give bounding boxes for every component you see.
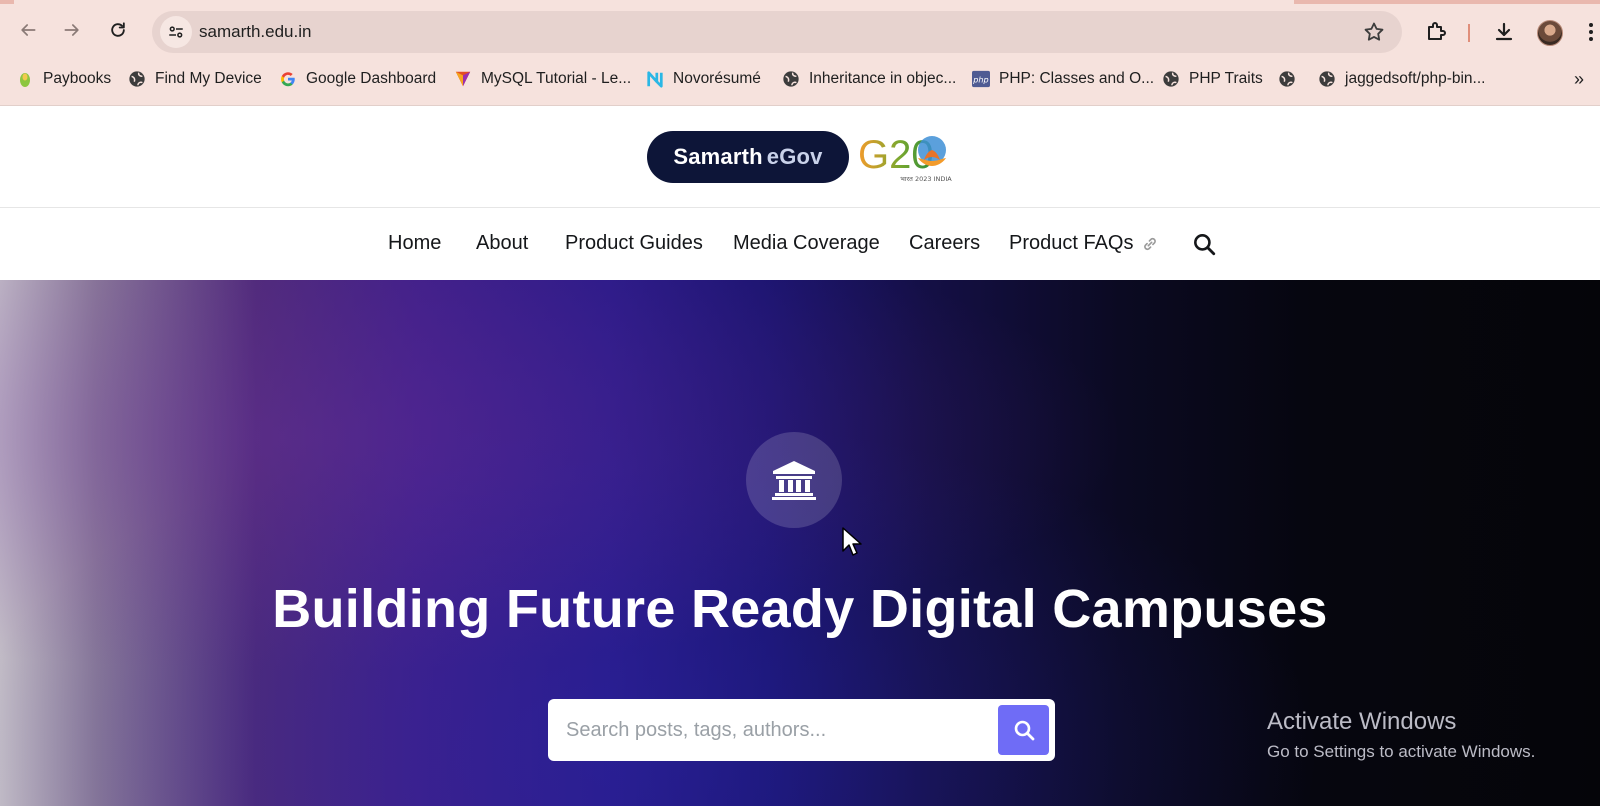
bookmark-label: MySQL Tutorial - Le... <box>481 70 632 87</box>
forward-arrow-icon <box>64 24 79 36</box>
downloads-button[interactable] <box>1488 16 1520 48</box>
nav-product-guides[interactable]: Product Guides <box>565 232 703 255</box>
bookmark-item[interactable]: PHP Traits <box>1162 66 1263 92</box>
kebab-menu-icon <box>1589 23 1593 41</box>
mysql-tutorial-icon <box>454 70 472 88</box>
bookmark-item[interactable]: Google Dashboard <box>279 66 436 92</box>
institution-icon <box>772 461 816 500</box>
back-button[interactable] <box>10 12 46 48</box>
site-info-button[interactable] <box>160 16 192 48</box>
tune-icon <box>169 26 183 38</box>
address-bar[interactable]: samarth.edu.in <box>152 11 1402 53</box>
globe-icon <box>128 70 146 88</box>
bookmark-item[interactable]: Find My Device <box>128 66 262 92</box>
nav-product-faqs-label: Product FAQs <box>1009 232 1134 254</box>
paybooks-icon <box>16 70 34 88</box>
globe-icon <box>782 70 800 88</box>
main-navigation: Home About Product Guides Media Coverage… <box>0 208 1600 280</box>
bookmark-item[interactable]: MySQL Tutorial - Le... <box>454 66 631 92</box>
bookmark-item[interactable]: Novorésumé <box>646 66 761 92</box>
hero-search-box <box>548 699 1055 761</box>
logo-text-egov: eGov <box>766 144 823 169</box>
site-header: Samarth eGov G20 भारत 2023 INDIA <box>0 106 1600 208</box>
reload-icon <box>111 22 125 37</box>
toolbar-separator <box>1468 24 1470 42</box>
activate-windows-title: Activate Windows <box>1267 708 1457 735</box>
google-icon <box>279 70 297 88</box>
activate-windows-subtitle: Go to Settings to activate Windows. <box>1267 742 1536 761</box>
bookmark-label: PHP Traits <box>1189 70 1263 87</box>
profile-avatar[interactable] <box>1537 20 1563 46</box>
search-icon[interactable] <box>1191 231 1217 257</box>
forward-button[interactable] <box>54 12 90 48</box>
nav-media-coverage[interactable]: Media Coverage <box>733 232 880 255</box>
bookmarks-bar: Paybooks Find My Device Google Dashboard… <box>0 64 1600 94</box>
bookmark-item[interactable]: php PHP: Classes and O... <box>972 66 1154 92</box>
reload-button[interactable] <box>100 12 136 48</box>
bookmark-label: Find My Device <box>155 70 262 87</box>
browser-menu-button[interactable] <box>1582 16 1600 48</box>
bookmark-label: Inheritance in objec... <box>809 70 957 87</box>
svg-text:php: php <box>972 75 988 85</box>
bookmark-label: Google Dashboard <box>306 70 437 87</box>
globe-icon <box>1278 70 1296 88</box>
novoresume-icon <box>646 70 664 88</box>
mouse-cursor <box>842 527 862 556</box>
bookmark-label: Paybooks <box>43 70 112 87</box>
bookmark-item[interactable] <box>1278 66 1305 92</box>
hero-title: Building Future Ready Digital Campuses <box>272 579 1328 639</box>
globe-icon <box>1162 70 1180 88</box>
hero-section: Building Future Ready Digital Campuses A… <box>0 280 1600 806</box>
bookmarks-overflow-button[interactable]: » <box>1566 66 1592 92</box>
activate-windows-watermark: Activate Windows Go to Settings to activ… <box>1267 708 1535 762</box>
bookmark-item[interactable]: Inheritance in objec... <box>782 66 956 92</box>
bookmark-item[interactable]: Paybooks <box>16 66 111 92</box>
globe-icon <box>1318 70 1336 88</box>
hero-icon-circle <box>746 432 842 528</box>
bookmark-star-icon[interactable] <box>1362 20 1386 44</box>
back-arrow-icon <box>21 24 36 36</box>
g20-logo: G20 भारत 2023 INDIA <box>858 133 952 183</box>
tab-strip <box>0 0 1600 4</box>
browser-chrome: samarth.edu.in Paybooks Find My Device G… <box>0 0 1600 106</box>
extensions-button[interactable] <box>1420 16 1452 48</box>
nav-product-faqs[interactable]: Product FAQs <box>1009 232 1160 255</box>
samarth-egov-logo[interactable]: Samarth eGov <box>647 131 849 183</box>
bookmark-label: jaggedsoft/php-bin... <box>1345 70 1486 87</box>
search-input[interactable] <box>566 713 976 747</box>
bookmark-item[interactable]: jaggedsoft/php-bin... <box>1318 66 1485 92</box>
g20-subtext: भारत 2023 INDIA <box>900 175 952 183</box>
download-icon <box>1495 22 1513 41</box>
logo-text-samarth: Samarth <box>673 144 763 169</box>
search-submit-button[interactable] <box>998 705 1049 755</box>
puzzle-icon <box>1428 22 1446 40</box>
url-text[interactable]: samarth.edu.in <box>199 22 311 42</box>
php-icon: php <box>972 70 990 88</box>
nav-home[interactable]: Home <box>388 232 441 255</box>
external-link-icon <box>1143 237 1156 250</box>
search-icon <box>1014 720 1034 741</box>
bookmark-label: Novorésumé <box>673 70 761 87</box>
nav-careers[interactable]: Careers <box>909 232 980 255</box>
nav-about[interactable]: About <box>476 232 528 255</box>
bookmark-label: PHP: Classes and O... <box>999 70 1155 87</box>
browser-toolbar: samarth.edu.in <box>0 8 1600 56</box>
